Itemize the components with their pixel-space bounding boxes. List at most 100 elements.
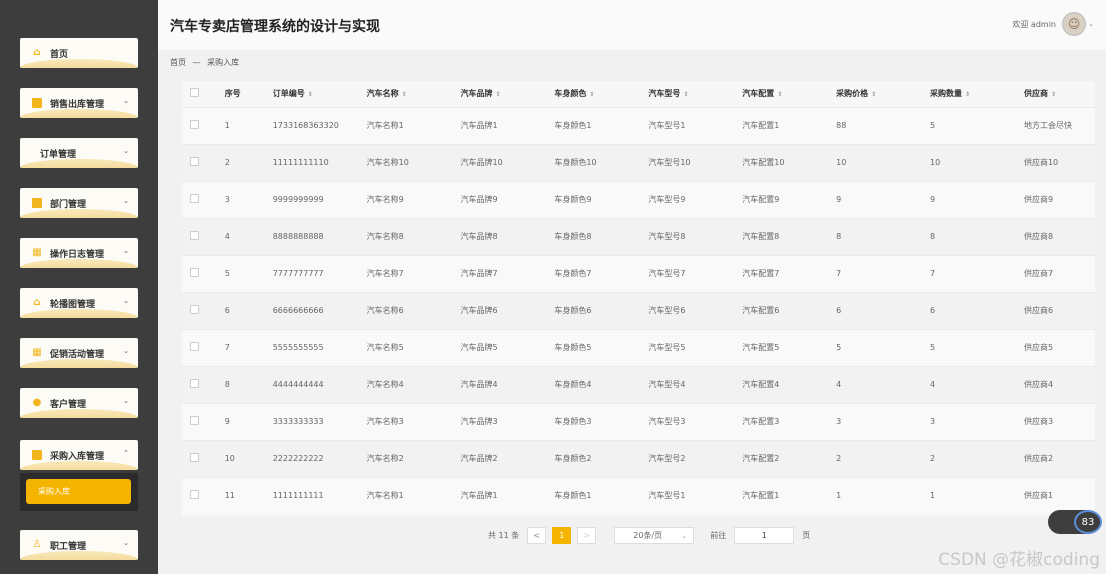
table-cell: 10 bbox=[930, 158, 941, 167]
table-cell: 8888888888 bbox=[272, 232, 324, 241]
page-title: 汽车专卖店管理系统的设计与实现 bbox=[170, 19, 380, 35]
column-header[interactable]: 汽车配置 ⇕ bbox=[742, 81, 836, 107]
avatar[interactable]: ☺ bbox=[1062, 12, 1086, 36]
table-cell: 汽车型号5 bbox=[648, 343, 686, 352]
sort-icon[interactable]: ⇕ bbox=[965, 91, 970, 98]
sidebar-item-orders[interactable]: 订单管理 ⌄ bbox=[20, 138, 138, 168]
sort-icon[interactable]: ⇕ bbox=[777, 91, 782, 98]
column-header[interactable]: 汽车型号 ⇕ bbox=[648, 81, 742, 107]
table-cell: 供应商5 bbox=[1023, 343, 1054, 352]
table-row[interactable]: 3 9999999999 汽车名称9 汽车品牌9 车身颜色9 汽车型号9 汽车配置9 9 9 供应… bbox=[182, 181, 1095, 218]
column-header-label: 采购价格 bbox=[836, 89, 869, 99]
row-checkbox[interactable] bbox=[182, 144, 225, 181]
prev-page-button[interactable]: < bbox=[527, 527, 547, 544]
table-row[interactable]: 11 1111111111 汽车名称1 汽车品牌1 车身颜色1 汽车型号1 汽车配置1 1 1 供… bbox=[182, 477, 1095, 514]
table-row[interactable]: 4 8888888888 汽车名称8 汽车品牌8 车身颜色8 汽车型号8 汽车配置8 8 8 供应… bbox=[182, 218, 1095, 255]
submenu-item-purchase-inbound[interactable]: 采购入库 bbox=[26, 479, 131, 504]
goto-page-input[interactable] bbox=[734, 527, 795, 544]
column-header-label: 采购数量 bbox=[930, 89, 963, 99]
row-checkbox[interactable] bbox=[182, 181, 225, 218]
table-cell: 汽车品牌10 bbox=[460, 158, 503, 167]
sidebar-item-sales-outbound[interactable]: 销售出库管理 ⌄ bbox=[20, 88, 138, 118]
table-cell: 5555555555 bbox=[272, 343, 324, 352]
sort-icon[interactable]: ⇕ bbox=[496, 91, 501, 98]
table-cell: 汽车配置6 bbox=[742, 306, 780, 315]
sidebar-item-promotions[interactable]: ▦ 促销活动管理 ⌄ bbox=[20, 338, 138, 368]
row-checkbox[interactable] bbox=[182, 218, 225, 255]
table-row[interactable]: 9 3333333333 汽车名称3 汽车品牌3 车身颜色3 汽车型号3 汽车配置3 3 3 供应… bbox=[182, 403, 1095, 440]
table-cell: 3 bbox=[836, 417, 842, 426]
sidebar-item-operation-logs[interactable]: ▦ 操作日志管理 ⌄ bbox=[20, 238, 138, 268]
sort-icon[interactable]: ⇕ bbox=[871, 91, 876, 98]
table-cell: 汽车配置7 bbox=[742, 269, 780, 278]
column-header[interactable]: 采购数量 ⇕ bbox=[930, 81, 1024, 107]
column-header[interactable]: 供应商 ⇕ bbox=[1024, 81, 1095, 107]
sidebar-item-customers[interactable]: ● 客户管理 ⌄ bbox=[20, 388, 138, 418]
table-cell: 汽车配置8 bbox=[742, 232, 780, 241]
row-checkbox[interactable] bbox=[182, 403, 225, 440]
table-cell: 7 bbox=[836, 269, 842, 278]
sort-icon[interactable]: ⇕ bbox=[589, 91, 594, 98]
select-all-checkbox[interactable] bbox=[182, 81, 225, 107]
page-1-button[interactable]: 1 bbox=[552, 527, 572, 544]
sidebar-item-carousel[interactable]: ⌂ 轮播图管理 ⌄ bbox=[20, 288, 138, 318]
breadcrumb-home[interactable]: 首页 bbox=[170, 58, 186, 67]
chevron-down-icon[interactable]: ⌄ bbox=[1088, 20, 1094, 28]
table-cell: 7777777777 bbox=[272, 269, 324, 278]
chevron-down-icon: ⌄ bbox=[123, 347, 129, 355]
sidebar-item-purchase-inbound[interactable]: 采购入库管理 ⌃ bbox=[20, 440, 138, 470]
table-cell: 8 bbox=[224, 380, 230, 389]
chevron-down-icon: ⌄ bbox=[123, 197, 129, 205]
floating-badge[interactable]: 83 bbox=[1074, 510, 1102, 534]
table-row[interactable]: 8 4444444444 汽车名称4 汽车品牌4 车身颜色4 汽车型号4 汽车配置4 4 4 供应… bbox=[182, 366, 1095, 403]
row-checkbox[interactable] bbox=[182, 477, 225, 514]
row-checkbox[interactable] bbox=[182, 440, 225, 477]
row-checkbox[interactable] bbox=[182, 366, 225, 403]
column-header[interactable]: 订单编号 ⇕ bbox=[273, 81, 367, 107]
row-checkbox[interactable] bbox=[182, 329, 225, 366]
table-cell: 车身颜色9 bbox=[554, 195, 592, 204]
sidebar-item-departments[interactable]: 部门管理 ⌄ bbox=[20, 188, 138, 218]
table-row[interactable]: 6 6666666666 汽车名称6 汽车品牌6 车身颜色6 汽车型号6 汽车配置6 6 6 供应… bbox=[182, 292, 1095, 329]
row-checkbox[interactable] bbox=[182, 107, 225, 144]
table-cell: 7 bbox=[930, 269, 936, 278]
table-cell: 4444444444 bbox=[272, 380, 324, 389]
sort-icon[interactable]: ⇕ bbox=[683, 91, 688, 98]
table-header-row: 序号 订单编号 ⇕ 汽车名称 ⇕ 汽车品牌 ⇕ 车身颜色 ⇕ 汽车型号 ⇕ 汽车配置 ⇕ 采购价格 ⇕ 采购数… bbox=[182, 81, 1095, 107]
row-checkbox[interactable] bbox=[182, 255, 225, 292]
table-cell: 供应商3 bbox=[1023, 417, 1054, 426]
table-cell: 车身颜色1 bbox=[554, 121, 592, 130]
table-cell: 7 bbox=[224, 343, 230, 352]
table-row[interactable]: 7 5555555555 汽车名称5 汽车品牌5 车身颜色5 汽车型号5 汽车配置5 5 5 供应… bbox=[182, 329, 1095, 366]
table-row[interactable]: 2 11111111110 汽车名称10 汽车品牌10 车身颜色10 汽车型号10 汽车配置… bbox=[182, 144, 1095, 181]
column-header[interactable]: 汽车品牌 ⇕ bbox=[461, 81, 555, 107]
row-checkbox[interactable] bbox=[182, 292, 225, 329]
sidebar-item-staff[interactable]: ♙ 职工管理 ⌄ bbox=[20, 530, 138, 560]
sidebar-item-home[interactable]: ⌂ 首页 bbox=[20, 38, 138, 68]
table-cell: 汽车配置4 bbox=[742, 380, 780, 389]
column-header[interactable]: 汽车名称 ⇕ bbox=[367, 81, 461, 107]
table-row[interactable]: 10 2222222222 汽车名称2 汽车品牌2 车身颜色2 汽车型号2 汽车配置2 2 2 供… bbox=[182, 440, 1095, 477]
table-cell: 地方工会尽快 bbox=[1023, 121, 1072, 130]
sort-icon[interactable]: ⇕ bbox=[402, 91, 407, 98]
sort-icon[interactable]: ⇕ bbox=[1051, 91, 1056, 98]
column-header[interactable]: 采购价格 ⇕ bbox=[836, 81, 930, 107]
page-size-select[interactable]: 20条/页 ⌄ bbox=[614, 527, 695, 544]
table-cell: 供应商9 bbox=[1023, 195, 1054, 204]
table-cell: 车身颜色7 bbox=[554, 269, 592, 278]
table-cell: 汽车品牌2 bbox=[460, 454, 498, 463]
chevron-down-icon: ⌄ bbox=[123, 247, 129, 255]
column-header-label: 订单编号 bbox=[272, 89, 305, 99]
table-cell: 9 bbox=[930, 195, 936, 204]
table-row[interactable]: 5 7777777777 汽车名称7 汽车品牌7 车身颜色7 汽车型号7 汽车配置7 7 7 供应… bbox=[182, 255, 1095, 292]
sort-icon[interactable]: ⇕ bbox=[308, 91, 313, 98]
next-page-button[interactable]: > bbox=[577, 527, 597, 544]
table-cell: 汽车配置2 bbox=[742, 454, 780, 463]
table-cell: 3 bbox=[930, 417, 936, 426]
column-header[interactable]: 车身颜色 ⇕ bbox=[554, 81, 648, 107]
table-row[interactable]: 1 1733168363320 汽车名称1 汽车品牌1 车身颜色1 汽车型号1 汽车配置1 8… bbox=[182, 107, 1095, 144]
table-cell: 6 bbox=[836, 306, 842, 315]
table-cell: 汽车型号4 bbox=[648, 380, 686, 389]
table-cell: 车身颜色4 bbox=[554, 380, 592, 389]
sidebar-item-label: 客户管理 bbox=[50, 399, 87, 410]
